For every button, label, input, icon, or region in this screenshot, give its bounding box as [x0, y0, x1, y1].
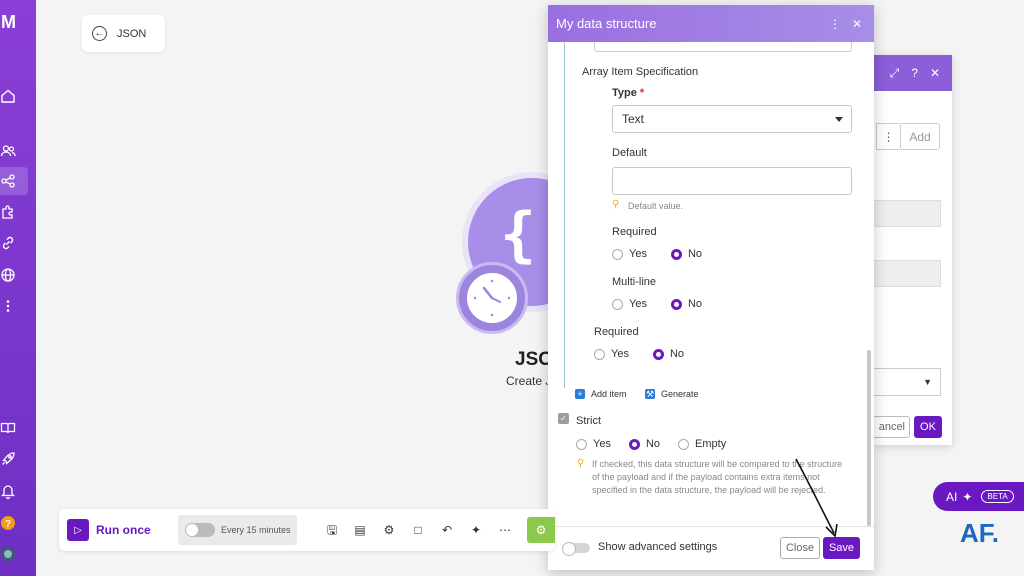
required-label: Required	[612, 226, 657, 238]
blueprint-icon[interactable]: ▤	[353, 523, 367, 537]
more-icon[interactable]: ⋯	[498, 523, 512, 537]
module-select[interactable]: ▼	[874, 368, 941, 396]
strict-radio-group: Yes No Empty	[576, 438, 726, 450]
schedule-toggle[interactable]	[185, 523, 215, 537]
make-logo[interactable]: M	[1, 12, 23, 32]
play-icon[interactable]: ▷	[67, 519, 89, 541]
strict-empty-radio[interactable]	[678, 438, 690, 450]
outer-required-yes-radio[interactable]	[594, 348, 605, 360]
default-value-input[interactable]	[612, 167, 852, 195]
arrow-left-icon: ←	[92, 26, 107, 41]
strict-yes-radio[interactable]	[576, 438, 587, 450]
back-card-label: JSON	[117, 27, 147, 40]
module-settings-dialog: ⤢ ? ✕ ⋮ Add ▼ ancel OK	[874, 55, 952, 445]
multiline-label: Multi-line	[612, 276, 657, 288]
outer-required-no-radio[interactable]	[652, 348, 664, 360]
default-label: Default	[612, 147, 647, 159]
multiline-no-radio[interactable]	[670, 298, 682, 310]
schedule-control[interactable]: Every 15 minutes	[178, 515, 297, 545]
type-label: Type *	[612, 87, 645, 99]
previous-field[interactable]	[594, 42, 852, 52]
type-select[interactable]: Text	[612, 105, 852, 133]
globe-icon[interactable]	[0, 261, 36, 289]
module-subtitle: Create J	[506, 374, 552, 388]
module-settings-header: ⤢ ? ✕	[874, 55, 952, 91]
wrench-icon: ⚒	[645, 388, 655, 399]
save-icon[interactable]: 🖫	[325, 523, 339, 537]
expand-icon[interactable]: ⤢	[890, 66, 900, 81]
kebab-menu-icon[interactable]: ⋮	[826, 17, 844, 31]
dialog-header: My data structure ⋮ ✕	[548, 5, 874, 42]
sparkle-icon: ✦	[962, 489, 973, 504]
back-to-scenario-button[interactable]: ← JSON	[82, 15, 165, 52]
module-field-1[interactable]	[874, 200, 941, 227]
curly-brace-icon: {	[500, 200, 537, 270]
cancel-button[interactable]: ancel	[874, 416, 910, 438]
options-menu-icon[interactable]: ⋮	[876, 123, 900, 150]
schedule-label: Every 15 minutes	[221, 525, 291, 535]
chevron-down-icon	[835, 117, 843, 122]
scenario-toolbar: ▷ Run once Every 15 minutes 🖫 ▤ ⚙ □ ↶ ✦ …	[59, 509, 555, 551]
outer-required-radio-group: Yes No	[594, 348, 684, 360]
module-field-2[interactable]	[874, 260, 941, 287]
multiline-radio-group: Yes No	[612, 298, 702, 310]
magic-wand-icon[interactable]: ✦	[469, 523, 483, 537]
dialog-scrollbar[interactable]	[867, 350, 871, 526]
link-icon[interactable]	[0, 229, 36, 257]
required-no-radio[interactable]	[670, 248, 682, 260]
dialog-title: My data structure	[556, 16, 657, 31]
help-icon[interactable]: ?	[0, 509, 36, 537]
ai-label: AI	[946, 489, 958, 504]
strict-no-radio[interactable]	[628, 438, 640, 450]
rocket-icon[interactable]	[0, 445, 36, 473]
multiline-yes-radio[interactable]	[612, 298, 623, 310]
annotation-arrow	[795, 458, 838, 538]
section-title: Array Item Specification	[582, 66, 699, 78]
notes-icon[interactable]: □	[411, 523, 425, 537]
strict-label: Strict	[576, 415, 602, 427]
users-icon[interactable]	[0, 137, 36, 165]
run-once-button[interactable]: Run once	[96, 523, 151, 537]
generate-link[interactable]: ⚒ Generate	[645, 389, 699, 399]
clock-face	[467, 273, 517, 323]
strict-checkbox[interactable]: ✓	[558, 413, 569, 424]
close-icon[interactable]: ✕	[930, 66, 940, 80]
help-icon[interactable]: ?	[911, 66, 918, 80]
add-item-link[interactable]: + Add item	[575, 389, 627, 399]
default-hint: Default value.	[628, 201, 684, 211]
ok-button[interactable]: OK	[914, 416, 942, 438]
close-icon[interactable]: ✕	[848, 17, 866, 31]
advanced-settings-label: Show advanced settings	[598, 541, 718, 553]
dialog-body: Array Item Specification Type * Text Def…	[548, 42, 874, 526]
settings-icon[interactable]: ⚙	[382, 523, 396, 537]
left-sidebar: M ?	[0, 0, 36, 576]
required-yes-radio[interactable]	[612, 248, 623, 260]
home-icon[interactable]	[0, 82, 36, 110]
advanced-settings-toggle[interactable]	[562, 542, 590, 556]
lightbulb-icon: ⚲	[612, 199, 620, 210]
bell-icon[interactable]	[0, 477, 36, 505]
svg-text:?: ?	[5, 519, 11, 530]
lightbulb-icon: ⚲	[577, 458, 585, 469]
ai-assistant-button[interactable]: AI ✦ BETA	[933, 482, 1024, 511]
more-icon[interactable]	[0, 292, 36, 320]
undo-icon[interactable]: ↶	[440, 523, 454, 537]
nesting-guide-line	[564, 42, 565, 388]
share-icon[interactable]	[0, 167, 28, 195]
avatar-icon[interactable]	[0, 540, 36, 568]
book-icon[interactable]	[0, 414, 36, 442]
puzzle-icon[interactable]	[0, 198, 36, 226]
plus-icon: +	[575, 389, 585, 399]
schedule-clock-icon[interactable]	[456, 262, 528, 334]
required-radio-group: Yes No	[612, 248, 702, 260]
watermark-logo: AF.	[960, 518, 999, 548]
beta-badge: BETA	[981, 490, 1014, 503]
green-tool-icon[interactable]: ⚙	[527, 517, 555, 543]
outer-required-label: Required	[594, 326, 639, 338]
add-button[interactable]: Add	[900, 123, 940, 150]
